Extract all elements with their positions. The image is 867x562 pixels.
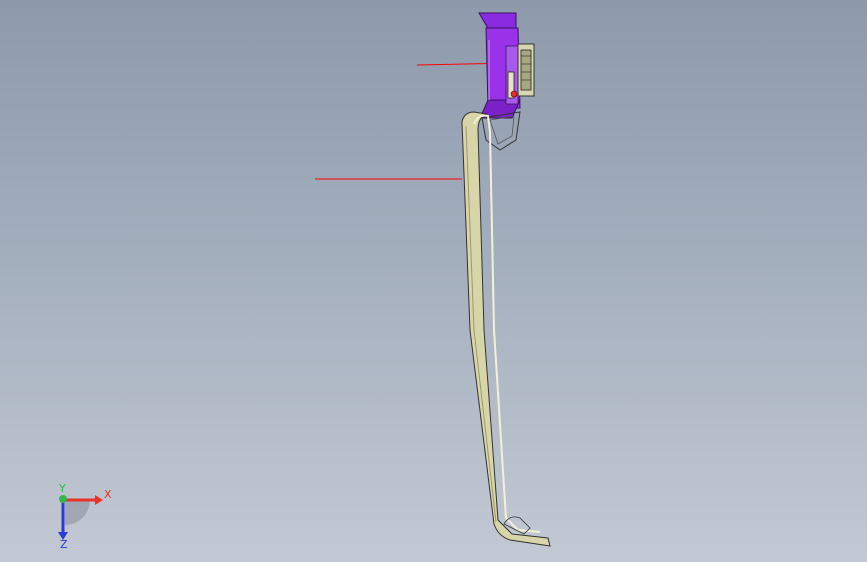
x-axis-label: X bbox=[104, 488, 112, 501]
z-axis-label: Z bbox=[60, 538, 68, 548]
y-axis-label: Y bbox=[58, 482, 66, 495]
purple-bracket-part[interactable] bbox=[478, 12, 521, 119]
cad-model-view[interactable] bbox=[0, 0, 867, 562]
triad-quarter-disc bbox=[65, 500, 90, 525]
x-axis-arrowhead bbox=[95, 495, 103, 505]
triad-graphic: X Y Z bbox=[58, 482, 112, 551]
graphics-viewport[interactable]: X Y Z bbox=[0, 0, 867, 562]
axis-triad: X Y Z bbox=[40, 478, 120, 551]
y-axis-dot bbox=[59, 495, 67, 503]
handle-bar-part[interactable] bbox=[461, 111, 551, 547]
